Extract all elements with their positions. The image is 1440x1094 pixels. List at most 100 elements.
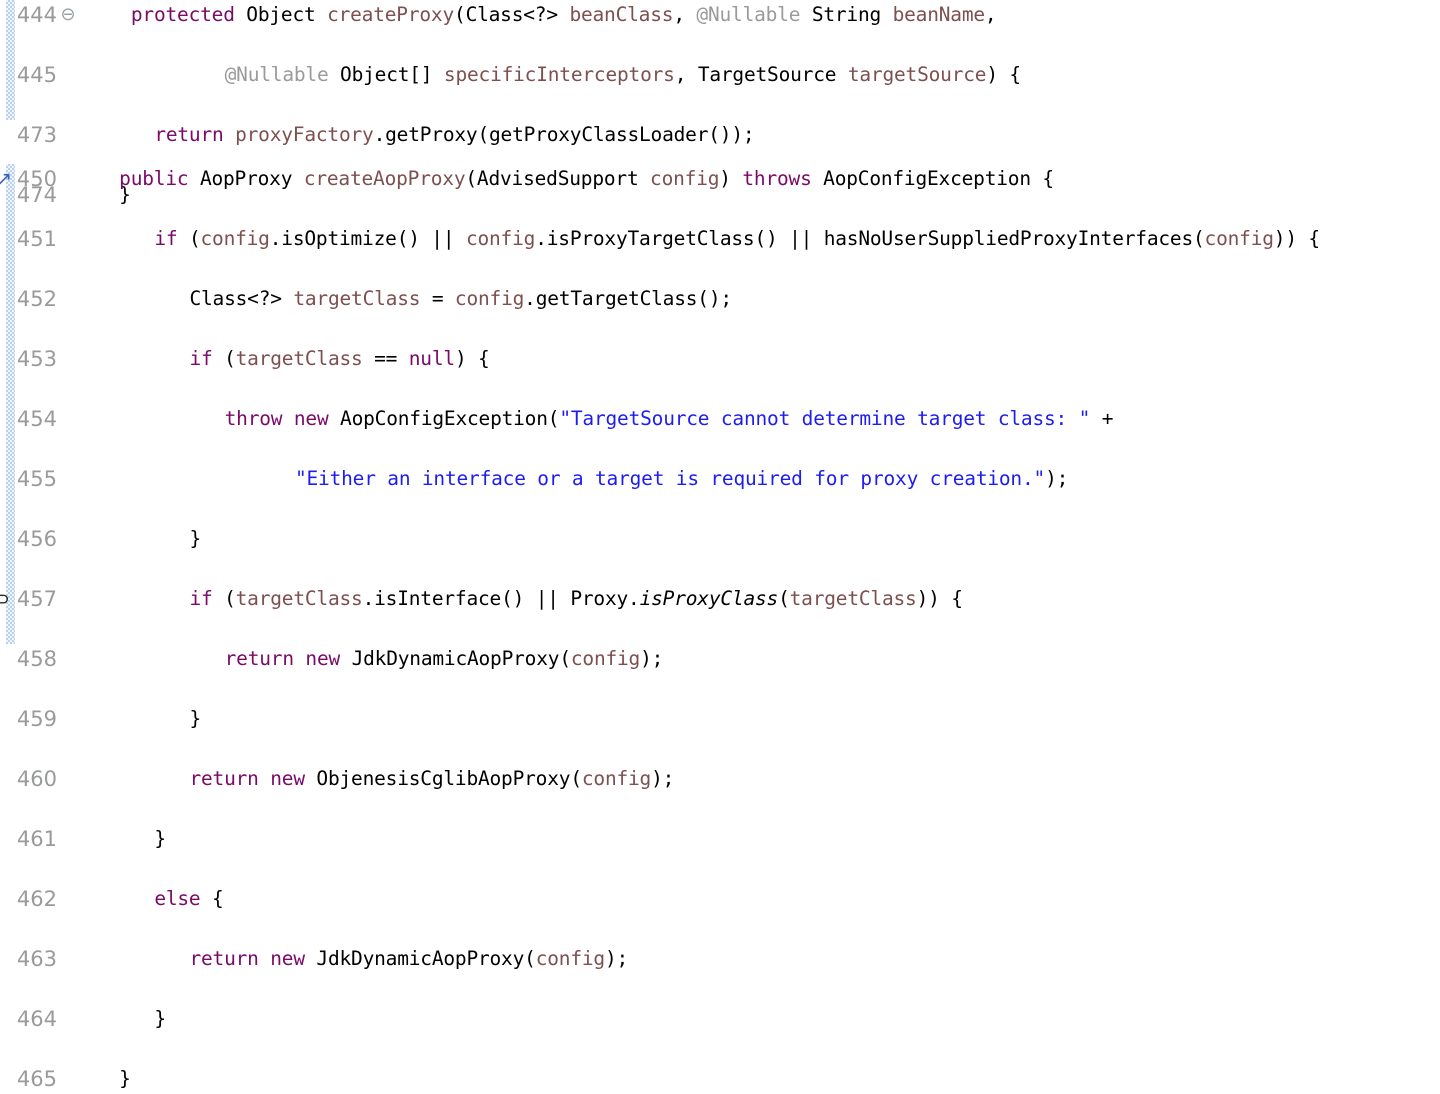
line-number: 452 [16,287,57,311]
code-line[interactable]: 455 "Either an interface or a target is r… [0,464,1440,494]
code-text: if (targetClass == null) { [189,344,489,374]
token-punc: ); [1045,467,1069,490]
code-line[interactable]: 444 ⊖ protected Object createProxy(Class<?… [0,0,1440,30]
create-proxy-block: 444 ⊖ protected Object createProxy(Class<?… [0,0,1440,207]
token-ident: config [454,287,525,310]
token-type: getProxyClassLoader [489,123,709,146]
token-punc: ) { [986,63,1021,86]
token-type: isInterface [374,587,502,610]
token-punc: { [212,887,224,910]
code-line[interactable]: 450 ↗ public AopProxy createAopProxy(Advis… [0,164,1440,194]
token-kw: new [270,767,317,790]
token-punc: ( [454,3,466,26]
line-number: 444 [16,3,57,27]
token-ident: targetClass [293,287,421,310]
token-kw: return [154,123,236,146]
code-text: } [119,1064,131,1094]
token-type: isProxyClass [639,587,779,610]
token-punc: , [673,3,697,26]
code-text: return proxyFactory.getProxy(getProxyCla… [154,120,754,150]
code-line[interactable]: 454 throw new AopConfigException("TargetS… [0,404,1440,434]
token-type: isProxyTargetClass [546,227,755,250]
code-line[interactable]: 451 if (config.isOptimize() || config.isP… [0,224,1440,254]
token-kw: public [119,167,200,190]
token-kw: else [154,887,213,910]
token-punc: ); [640,647,664,670]
code-line[interactable]: 459} [0,704,1440,734]
token-punc: <?> [523,3,570,26]
code-text: } [154,1004,166,1034]
token-punc: ) [719,167,743,190]
code-line[interactable]: 457 ⊃ if (targetClass.isInterface() || Pro… [0,584,1440,614]
line-number: 453 [16,347,57,371]
token-kw: new [305,647,352,670]
code-line[interactable]: 458 return new JdkDynamicAopProxy(config)… [0,644,1440,674]
code-line[interactable]: 453 if (targetClass == null) { [0,344,1440,374]
token-punc: ) { [454,347,490,370]
token-punc: )) { [1273,227,1320,250]
token-punc: () || [501,587,571,610]
token-ident: config [1204,227,1274,250]
code-line[interactable]: 452 Class<?> targetClass = config.getTarg… [0,284,1440,314]
token-type: TargetSource [697,63,848,86]
fold-collapse-icon[interactable]: ⊖ [58,0,78,30]
token-punc: . [269,227,282,250]
token-punc: } [154,1007,166,1030]
token-ident: createProxy [327,3,455,26]
code-editor-viewport[interactable]: 444 ⊖ protected Object createProxy(Class<?… [0,0,1440,1091]
token-ident: specificInterceptors [443,63,675,86]
line-number: 456 [16,527,57,551]
token-punc: ()); [708,123,755,146]
token-type: JdkDynamicAopProxy [316,947,525,970]
code-line[interactable]: 462 else { [0,884,1440,914]
token-kw: protected [130,3,247,26]
code-text: return new JdkDynamicAopProxy(config); [225,644,664,674]
implements-method-icon[interactable]: ⊃ [0,584,12,614]
code-text: throw new AopConfigException("TargetSour… [225,404,1114,434]
token-kw: return [189,947,271,970]
token-ident: targetClass [235,347,363,370]
token-punc: ( [524,947,536,970]
line-number: 465 [16,1067,57,1091]
token-punc: ( [224,347,236,370]
code-line[interactable]: 461} [0,824,1440,854]
token-kw: throws [742,167,824,190]
line-number: 464 [16,1007,57,1031]
token-punc: , [674,63,698,86]
token-ident: config [200,227,270,250]
code-line[interactable]: 463 return new JdkDynamicAopProxy(config)… [0,944,1440,974]
code-line[interactable]: 464} [0,1004,1440,1034]
token-type: String [811,3,893,26]
token-punc: ( [224,587,236,610]
line-number: 451 [16,227,57,251]
code-line[interactable]: 465} [0,1064,1440,1094]
token-punc: == [362,347,409,370]
code-line[interactable]: 456} [0,524,1440,554]
token-punc: . [362,587,375,610]
token-type: Class [189,287,248,310]
token-ident: beanClass [569,3,674,26]
line-number: 462 [16,887,57,911]
code-line[interactable]: 473 return proxyFactory.getProxy(getProxy… [0,120,1440,150]
line-number: 461 [16,827,57,851]
override-method-icon[interactable]: ↗ [0,164,14,194]
token-kw: if [154,227,189,250]
code-text: public AopProxy createAopProxy(AdvisedSu… [119,164,1054,194]
token-type: Object [246,3,328,26]
code-line[interactable]: 445 @Nullable Object[] specificIntercepto… [0,60,1440,90]
code-text: } [189,704,201,734]
token-anno: @Nullable [696,3,812,26]
token-type: AopConfigException [340,407,548,430]
code-text: if (config.isOptimize() || config.isProx… [154,224,1320,254]
token-ident: proxyFactory [235,123,374,146]
token-kw: new [270,947,317,970]
code-line[interactable]: 460 return new ObjenesisCglibAopProxy(con… [0,764,1440,794]
token-type: AdvisedSupport [476,167,651,190]
token-str: "Either an interface or a target is requ… [294,467,1046,490]
token-anno: @Nullable [224,63,341,86]
token-kw: if [189,347,225,370]
token-punc: . [535,227,547,250]
token-punc: . [524,287,536,310]
code-text: if (targetClass.isInterface() || Proxy.i… [189,584,962,614]
token-punc: . [628,587,640,610]
